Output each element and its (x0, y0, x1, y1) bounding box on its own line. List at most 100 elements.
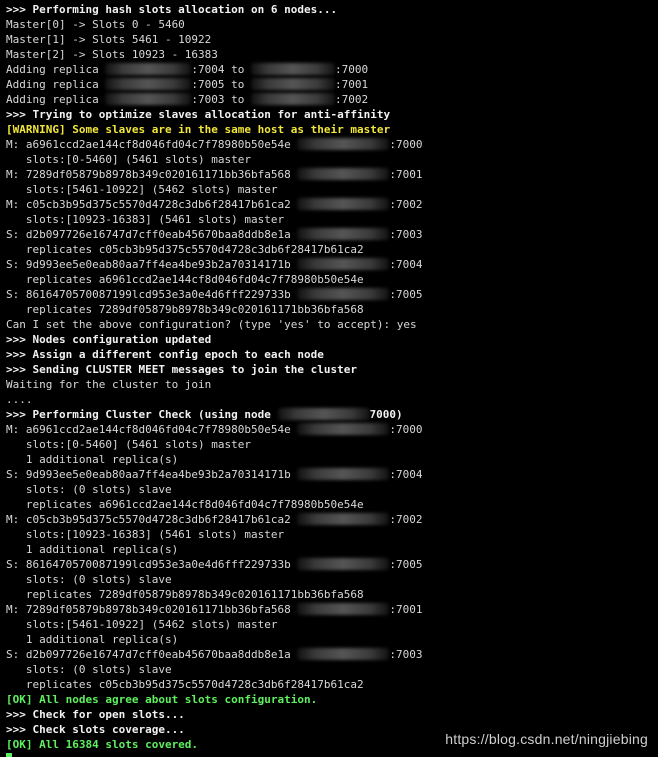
redacted-ip-address (297, 558, 390, 570)
terminal-line: S: 9d993ee5e0eab80aa7ff4ea4be93b2a703141… (6, 467, 658, 482)
terminal-line: >>> Sending CLUSTER MEET messages to joi… (6, 362, 658, 377)
terminal-line: Adding replica :7005 to :7001 (6, 77, 658, 92)
terminal-line: [WARNING] Some slaves are in the same ho… (6, 122, 658, 137)
terminal-text: Adding replica (6, 78, 106, 91)
terminal-text: Master[0] -> Slots 0 - 5460 (6, 18, 185, 31)
terminal-line: replicates a6961ccd2ae144cf8d046fd04c7f7… (6, 497, 658, 512)
redacted-ip-address (105, 93, 192, 105)
terminal-text: [OK] All 16384 slots covered. (6, 738, 199, 751)
terminal-text: Master[1] -> Slots 5461 - 10922 (6, 33, 212, 46)
terminal-text: >>> Performing hash slots allocation on … (6, 3, 338, 16)
terminal-text: M: c05cb3b95d375c5570d4728c3db6f28417b61… (6, 198, 298, 211)
terminal-text: Adding replica (6, 63, 106, 76)
terminal-text: :7004 (389, 468, 423, 481)
redacted-ip-address (297, 603, 390, 615)
terminal-line: S: d2b097726e16747d7cff0eab45670baa8ddb8… (6, 227, 658, 242)
terminal-line: Can I set the above configuration? (type… (6, 317, 658, 332)
terminal-text: 1 additional replica(s) (6, 453, 179, 466)
terminal-text: replicates c05cb3b95d375c5570d4728c3db6f… (6, 678, 364, 691)
redacted-ip-address (297, 288, 390, 300)
terminal-window[interactable]: >>> Performing hash slots allocation on … (0, 0, 658, 757)
terminal-text: >>> Assign a different config epoch to e… (6, 348, 324, 361)
terminal-line: M: 7289df05879b8978b349c020161171bb36bfa… (6, 602, 658, 617)
terminal-text: :7005 (389, 288, 423, 301)
terminal-text: M: c05cb3b95d375c5570d4728c3db6f28417b61… (6, 513, 298, 526)
terminal-text: [WARNING] Some slaves are in the same ho… (6, 123, 391, 136)
terminal-line: replicates 7289df05879b8978b349c02016117… (6, 587, 658, 602)
terminal-text: replicates a6961ccd2ae144cf8d046fd04c7f7… (6, 498, 364, 511)
terminal-line: slots:[0-5460] (5461 slots) master (6, 437, 658, 452)
terminal-text: :7003 (389, 648, 423, 661)
terminal-text: :7001 (389, 168, 423, 181)
terminal-line: slots:[10923-16383] (5461 slots) master (6, 527, 658, 542)
terminal-text: :7002 (389, 513, 423, 526)
text-cursor[interactable] (6, 753, 12, 757)
terminal-line: .... (6, 392, 658, 407)
terminal-text: slots:[10923-16383] (5461 slots) master (6, 213, 285, 226)
terminal-text: S: 9d993ee5e0eab80aa7ff4ea4be93b2a703141… (6, 468, 298, 481)
terminal-line: 1 additional replica(s) (6, 632, 658, 647)
terminal-line: Adding replica :7003 to :7002 (6, 92, 658, 107)
terminal-line: slots: (0 slots) slave (6, 482, 658, 497)
terminal-text: replicates 7289df05879b8978b349c02016117… (6, 303, 364, 316)
terminal-line: M: a6961ccd2ae144cf8d046fd04c7f78980b50e… (6, 137, 658, 152)
terminal-text: [OK] All nodes agree about slots configu… (6, 693, 318, 706)
redacted-ip-address (297, 138, 390, 150)
terminal-line: >>> Assign a different config epoch to e… (6, 347, 658, 362)
terminal-text: :7004 (389, 258, 423, 271)
redacted-ip-address (297, 648, 390, 660)
terminal-text: :7000 (389, 423, 423, 436)
terminal-text: >>> Check for open slots... (6, 708, 185, 721)
terminal-text: .... (6, 393, 33, 406)
terminal-text: 1 additional replica(s) (6, 633, 179, 646)
terminal-text: replicates a6961ccd2ae144cf8d046fd04c7f7… (6, 273, 364, 286)
terminal-text: slots: (0 slots) slave (6, 483, 172, 496)
terminal-text: slots:[0-5460] (5461 slots) master (6, 438, 252, 451)
terminal-text: M: 7289df05879b8978b349c020161171bb36bfa… (6, 168, 298, 181)
terminal-line: >>> Nodes configuration updated (6, 332, 658, 347)
redacted-ip-address (250, 78, 335, 90)
terminal-line: M: c05cb3b95d375c5570d4728c3db6f28417b61… (6, 512, 658, 527)
terminal-text: >>> Sending CLUSTER MEET messages to joi… (6, 363, 357, 376)
terminal-line: Waiting for the cluster to join (6, 377, 658, 392)
redacted-ip-address (297, 468, 390, 480)
redacted-ip-address (277, 408, 370, 420)
terminal-text: S: 8616470570087199lcd953e3a0e4d6fff2297… (6, 288, 298, 301)
watermark: https://blog.csdn.net/ningjiebing (445, 731, 648, 747)
terminal-text: Master[2] -> Slots 10923 - 16383 (6, 48, 218, 61)
terminal-text: slots:[0-5460] (5461 slots) master (6, 153, 252, 166)
redacted-ip-address (105, 63, 192, 75)
redacted-ip-address (297, 423, 390, 435)
terminal-line: replicates a6961ccd2ae144cf8d046fd04c7f7… (6, 272, 658, 287)
terminal-line: M: c05cb3b95d375c5570d4728c3db6f28417b61… (6, 197, 658, 212)
terminal-text: >>> Trying to optimize slaves allocation… (6, 108, 391, 121)
terminal-text: :7005 (389, 558, 423, 571)
terminal-line: replicates c05cb3b95d375c5570d4728c3db6f… (6, 677, 658, 692)
terminal-text: M: 7289df05879b8978b349c020161171bb36bfa… (6, 603, 298, 616)
terminal-line: M: a6961ccd2ae144cf8d046fd04c7f78980b50e… (6, 422, 658, 437)
terminal-text: S: 9d993ee5e0eab80aa7ff4ea4be93b2a703141… (6, 258, 298, 271)
terminal-text: :7001 (389, 603, 423, 616)
redacted-ip-address (297, 168, 390, 180)
redacted-ip-address (297, 228, 390, 240)
terminal-line: slots:[10923-16383] (5461 slots) master (6, 212, 658, 227)
redacted-ip-address (250, 63, 335, 75)
redacted-ip-address (297, 258, 390, 270)
redacted-ip-address (297, 513, 390, 525)
terminal-line (6, 752, 658, 757)
terminal-text: :7003 (389, 228, 423, 241)
terminal-text: slots:[5461-10922] (5462 slots) master (6, 618, 278, 631)
terminal-text: Waiting for the cluster to join (6, 378, 212, 391)
terminal-line: >>> Performing Cluster Check (using node… (6, 407, 658, 422)
terminal-line: S: 8616470570087199lcd953e3a0e4d6fff2297… (6, 557, 658, 572)
terminal-text: S: d2b097726e16747d7cff0eab45670baa8ddb8… (6, 228, 298, 241)
terminal-text: Can I set the above configuration? (type… (6, 318, 417, 331)
terminal-line: replicates c05cb3b95d375c5570d4728c3db6f… (6, 242, 658, 257)
terminal-line: [OK] All nodes agree about slots configu… (6, 692, 658, 707)
redacted-ip-address (297, 198, 390, 210)
terminal-line: Master[1] -> Slots 5461 - 10922 (6, 32, 658, 47)
terminal-text: slots: (0 slots) slave (6, 573, 172, 586)
terminal-text: :7005 to (191, 78, 251, 91)
terminal-line: slots:[5461-10922] (5462 slots) master (6, 617, 658, 632)
terminal-line: slots: (0 slots) slave (6, 572, 658, 587)
